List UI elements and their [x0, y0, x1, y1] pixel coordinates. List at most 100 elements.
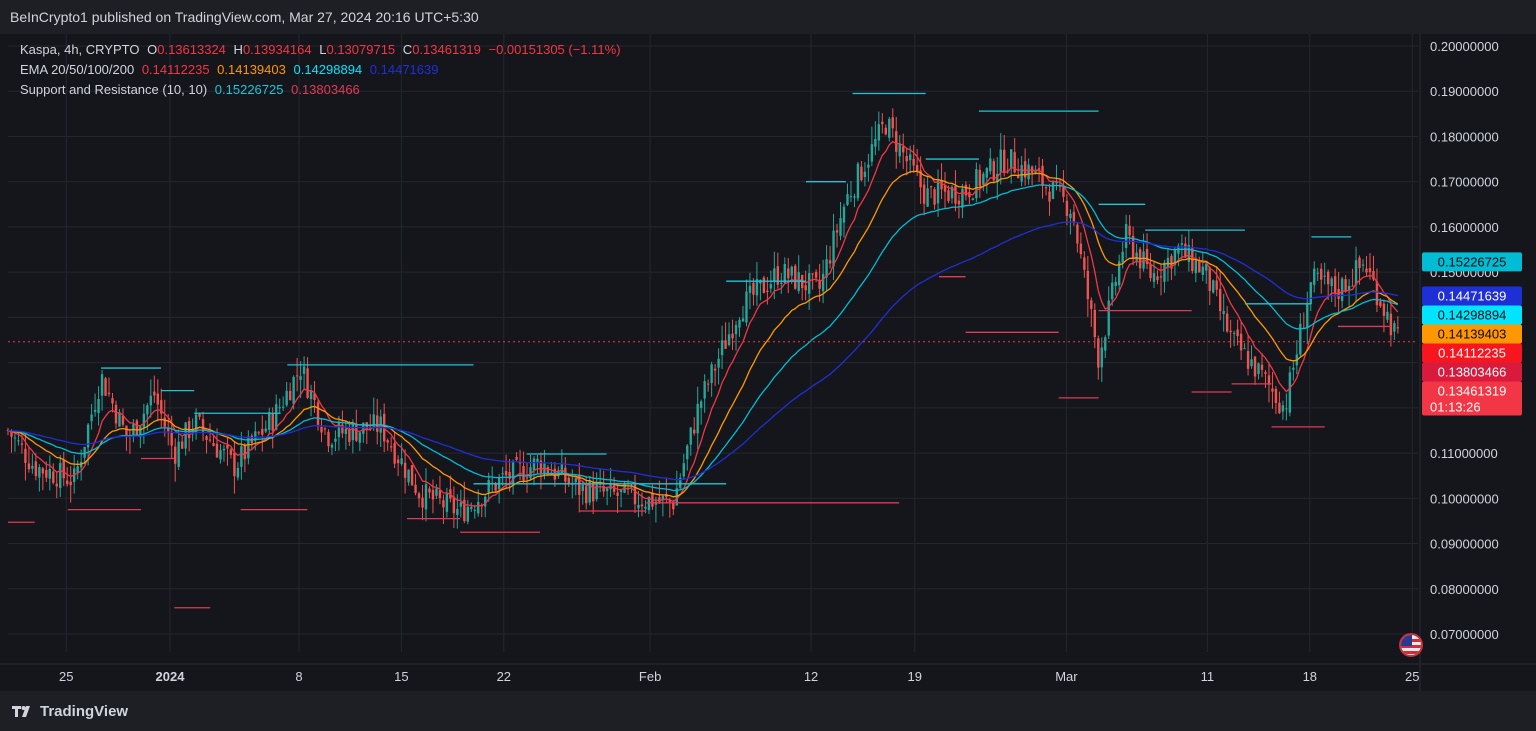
legend-ema-row[interactable]: EMA 20/50/100/200 0.14112235 0.14139403 … — [20, 60, 625, 80]
candle-body — [1264, 372, 1267, 374]
candle-body — [741, 318, 745, 322]
candle-body — [846, 194, 849, 205]
candle-body — [658, 497, 661, 502]
candle-body — [912, 158, 915, 166]
us-flag-icon[interactable] — [1399, 633, 1423, 657]
candle-body — [1285, 408, 1288, 410]
candle-body — [790, 266, 793, 276]
candle-body — [1219, 288, 1222, 312]
candle-body — [947, 190, 950, 202]
footer: TradingView — [0, 691, 1536, 731]
candle-body — [898, 143, 901, 157]
candle-body — [13, 437, 17, 439]
candle-body — [1333, 276, 1337, 293]
candle-body — [330, 444, 334, 448]
candle-body — [59, 463, 62, 489]
candle-body — [219, 450, 222, 460]
candle-body — [839, 218, 842, 236]
legend-sr-resistance: 0.15226725 — [214, 82, 284, 97]
candle-body — [316, 402, 320, 425]
candle-body — [1250, 359, 1253, 367]
candle-body — [1166, 257, 1170, 267]
x-tick-label: 25 — [59, 669, 73, 684]
candle-body — [884, 127, 887, 135]
tradingview-logo[interactable]: TradingView — [12, 703, 128, 720]
candle-body — [1330, 278, 1333, 287]
candle-body — [888, 118, 891, 138]
price-tag-value: 0.13461319 — [1438, 384, 1507, 399]
candle-body — [1135, 252, 1138, 261]
candle-body — [320, 426, 323, 433]
candle-body — [895, 131, 898, 152]
candle-body — [1260, 364, 1264, 370]
x-tick-label: 19 — [908, 669, 922, 684]
price-chart[interactable]: 0.07000000 0.08000000 0.09000000 0.10000000… — [0, 34, 1536, 691]
candle-body — [1041, 165, 1044, 186]
candle-body — [842, 206, 846, 223]
candle-body — [431, 490, 435, 500]
candle-body — [1097, 338, 1100, 368]
candle-body — [417, 493, 421, 499]
candle-body — [323, 428, 327, 430]
candle-body — [1048, 191, 1051, 202]
candle-body — [257, 432, 260, 434]
legend-ema50: 0.14139403 — [217, 62, 286, 77]
candle-body — [1020, 165, 1023, 182]
y-tick-label: 0.18000000 — [1430, 129, 1499, 144]
candle-body — [1044, 187, 1048, 189]
candle-body — [1079, 243, 1083, 255]
y-tick-label: 0.10000000 — [1430, 491, 1499, 506]
candle-body — [344, 428, 348, 434]
candle-body — [957, 200, 961, 205]
candle-body — [107, 392, 111, 395]
candle-body — [769, 283, 773, 289]
candle-body — [929, 186, 933, 188]
candle-body — [1086, 270, 1090, 300]
candle-body — [515, 456, 518, 460]
candle-body — [466, 506, 469, 522]
candle-body — [1393, 323, 1396, 332]
candle-body — [807, 273, 811, 294]
legend-ema100: 0.14298894 — [293, 62, 363, 77]
candle-body — [849, 196, 853, 198]
candle-body — [703, 381, 706, 399]
legend-sr-name: Support and Resistance (10, 10) — [20, 82, 208, 97]
chart-legend: Kaspa, 4h, CRYPTO O0.13613324 H0.1393416… — [20, 40, 625, 100]
legend-h-label: H — [233, 42, 243, 57]
legend-symbol-row[interactable]: Kaspa, 4h, CRYPTO O0.13613324 H0.1393416… — [20, 40, 625, 60]
legend-close-value: 0.13461319 — [412, 42, 481, 57]
candle-body — [45, 469, 48, 478]
candle-body — [118, 412, 121, 427]
legend-sr-row[interactable]: Support and Resistance (10, 10) 0.152267… — [20, 80, 625, 100]
candle-body — [762, 277, 766, 294]
price-tag-value: 0.14471639 — [1438, 289, 1507, 304]
candle-body — [1100, 347, 1103, 368]
x-tick-label: 11 — [1201, 669, 1215, 684]
candle-body — [243, 445, 247, 460]
legend-high-value: 0.13934164 — [242, 42, 312, 57]
candle-body — [682, 463, 685, 477]
candle-body — [174, 446, 177, 464]
candle-body — [619, 489, 623, 493]
candle-body — [97, 398, 100, 414]
candle-body — [1309, 282, 1312, 304]
candle-body — [982, 173, 985, 185]
candle-body — [532, 458, 536, 471]
candle-body — [1274, 388, 1278, 404]
chart-area[interactable]: 0.07000000 0.08000000 0.09000000 0.10000000… — [0, 34, 1536, 691]
candle-body — [76, 466, 79, 473]
candle-body — [1128, 225, 1131, 236]
candle-body — [41, 468, 45, 474]
candle-body — [240, 446, 243, 467]
candle-body — [738, 319, 741, 328]
candle-body — [1246, 351, 1250, 369]
candle-body — [748, 285, 752, 293]
x-tick-label: 12 — [804, 669, 818, 684]
legend-change: −0.00151305 (−1.11%) — [488, 42, 621, 57]
candle-body — [1051, 181, 1055, 199]
candle-body — [902, 146, 905, 153]
candle-body — [874, 138, 877, 147]
candle-body — [1149, 263, 1152, 279]
candle-body — [686, 445, 689, 460]
candle-body — [62, 459, 65, 479]
